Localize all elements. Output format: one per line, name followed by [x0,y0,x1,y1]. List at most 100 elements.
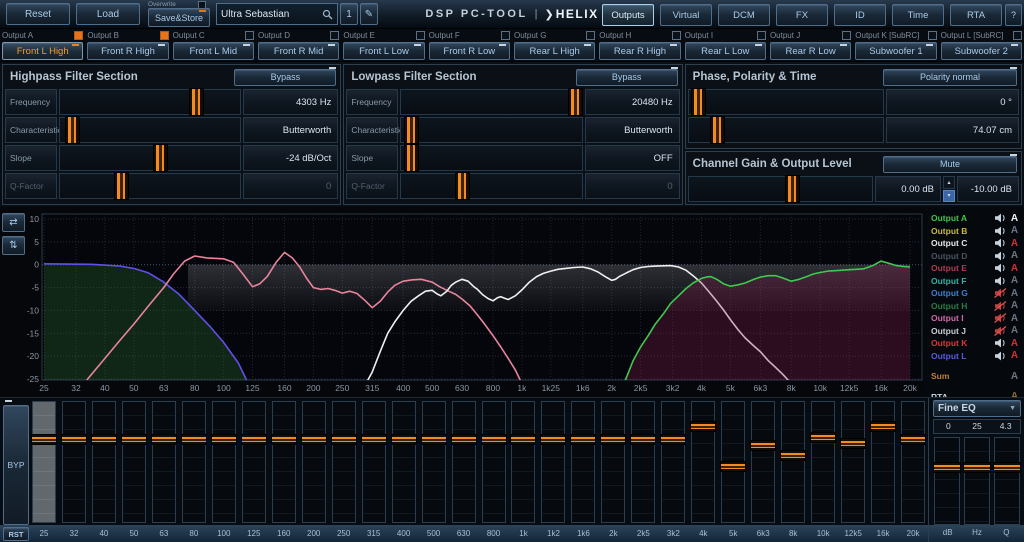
param-value[interactable]: 0 [585,173,680,199]
slider-handle[interactable] [455,172,470,200]
save-store-button[interactable]: Save&Store [148,8,210,27]
eq-band-slider[interactable] [631,401,655,523]
eq-band-handle[interactable] [151,434,177,445]
eq-band-handle[interactable] [630,434,656,445]
eq-band-slider[interactable] [571,401,595,523]
eq-band-handle[interactable] [660,434,686,445]
eq-band-slider[interactable] [152,401,176,523]
fine-eq-slider-q[interactable] [994,437,1020,525]
eq-reset-button[interactable]: RST [3,527,29,541]
output-enable-checkbox[interactable] [160,31,169,40]
lowpass-bypass-button[interactable]: Bypass [576,69,678,86]
legend-row-output-h[interactable]: Output HA [924,300,1024,313]
eq-band-handle[interactable] [211,434,237,445]
edit-preset-icon[interactable]: ✎ [360,3,378,25]
speaker-icon[interactable] [994,338,1007,348]
eq-band-slider[interactable] [392,401,416,523]
eq-band-slider[interactable] [811,401,835,523]
param-slider[interactable] [688,89,884,115]
slider-handle[interactable] [568,88,583,116]
fine-eq-values[interactable]: 0254.3 [933,419,1021,434]
load-button[interactable]: Load [76,3,140,25]
eq-band-slider[interactable] [661,401,685,523]
eq-band-slider[interactable] [511,401,535,523]
slider-handle[interactable] [710,116,725,144]
fine-eq-handle[interactable] [933,462,961,473]
eq-band-handle[interactable] [900,434,926,445]
eq-band-slider[interactable] [302,401,326,523]
eq-band-slider[interactable] [332,401,356,523]
highpass-bypass-button[interactable]: Bypass [234,69,336,86]
eq-band-handle[interactable] [301,434,327,445]
channel-tab-button[interactable]: Front L High [2,42,83,60]
nav-button-time[interactable]: Time [892,4,944,26]
eq-band-slider[interactable] [122,401,146,523]
gain-value[interactable]: 0.00 dB [875,176,941,202]
eq-band-slider[interactable] [422,401,446,523]
param-slider[interactable] [59,117,241,143]
legend-row-output-f[interactable]: Output FA [924,275,1024,288]
eq-band-handle[interactable] [840,438,866,449]
param-slider[interactable] [59,145,241,171]
channel-tab-button[interactable]: Rear L High [514,42,595,60]
output-enable-checkbox[interactable] [586,31,595,40]
param-value[interactable]: Butterworth [243,117,338,143]
eq-band-slider[interactable] [601,401,625,523]
param-value[interactable]: Butterworth [585,117,680,143]
legend-row-output-e[interactable]: Output EA [924,262,1024,275]
slider-handle[interactable] [114,172,129,200]
channel-tab-button[interactable]: Rear R High [599,42,680,60]
param-slider[interactable] [59,173,241,199]
collapse-dash-icon[interactable] [671,67,678,69]
eq-band-handle[interactable] [421,434,447,445]
nav-button-virtual[interactable]: Virtual [660,4,712,26]
eq-band-handle[interactable] [810,432,836,443]
preset-number-box[interactable]: 1 [340,3,358,25]
speaker-muted-icon[interactable] [994,301,1007,311]
search-icon[interactable] [322,9,333,20]
eq-band-slider[interactable] [62,401,86,523]
speaker-icon[interactable] [994,276,1007,286]
param-value[interactable]: 4303 Hz [243,89,338,115]
speaker-muted-icon[interactable] [994,313,1007,323]
eq-band-slider[interactable] [871,401,895,523]
eq-band-handle[interactable] [570,434,596,445]
output-enable-checkbox[interactable] [245,31,254,40]
channel-tab-button[interactable]: Front R Mid [258,42,339,60]
eq-band-slider[interactable] [272,401,296,523]
fine-eq-value[interactable]: 25 [963,420,992,433]
eq-band-handle[interactable] [391,434,417,445]
param-slider[interactable] [400,173,582,199]
legend-row-output-d[interactable]: Output DA [924,250,1024,263]
eq-band-slider[interactable] [452,401,476,523]
h-zoom-icon[interactable]: ⇄ [2,213,25,232]
eq-band-slider[interactable] [362,401,386,523]
help-button[interactable]: ? [1005,4,1022,26]
eq-band-handle[interactable] [720,461,746,472]
nav-button-id[interactable]: ID [834,4,886,26]
slider-handle[interactable] [404,144,419,172]
channel-tab-button[interactable]: Subwoofer 1 [855,42,936,60]
collapse-dash-icon[interactable] [1010,67,1017,69]
speaker-icon[interactable] [994,351,1007,361]
eq-band-handle[interactable] [690,421,716,432]
eq-band-slider[interactable] [92,401,116,523]
legend-row-output-a[interactable]: Output AA [924,212,1024,225]
eq-band-handle[interactable] [271,434,297,445]
gain-slider[interactable] [688,176,873,202]
nav-button-rta[interactable]: RTA [950,4,1002,26]
gain-step-down-icon[interactable]: ▾ [943,190,955,203]
eq-band-slider[interactable] [901,401,925,523]
legend-row-output-b[interactable]: Output BA [924,225,1024,238]
eq-band-slider[interactable] [541,401,565,523]
slider-handle[interactable] [691,88,706,116]
output-level-value[interactable]: -10.00 dB [957,176,1019,202]
legend-row-sum[interactable]: SumA [924,370,1024,383]
fine-eq-handle[interactable] [993,462,1021,473]
slider-handle[interactable] [65,116,80,144]
v-zoom-icon[interactable]: ⇅ [2,236,25,255]
mute-button[interactable]: Mute [883,156,1017,173]
eq-band-handle[interactable] [870,421,896,432]
output-enable-checkbox[interactable] [74,31,83,40]
nav-button-dcm[interactable]: DCM [718,4,770,26]
